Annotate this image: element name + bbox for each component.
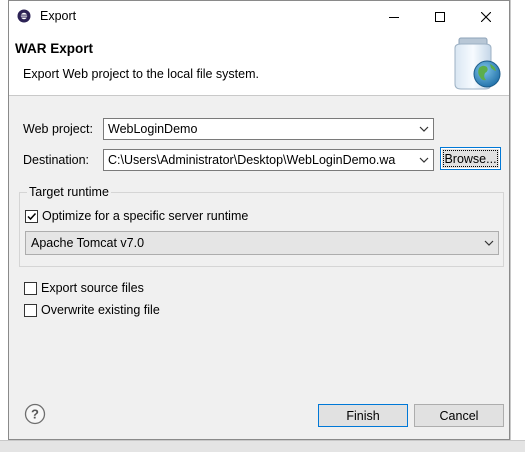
target-runtime-title: Target runtime [27, 185, 111, 199]
banner-title: WAR Export [15, 41, 94, 56]
optimize-checkbox[interactable] [25, 210, 38, 223]
optimize-label[interactable]: Optimize for a specific server runtime [42, 209, 248, 223]
minimize-icon [389, 16, 399, 18]
close-icon [481, 11, 491, 22]
destination-label: Destination: [23, 153, 90, 167]
finish-button[interactable]: Finish [318, 404, 408, 427]
wizard-banner: WAR Export Export Web project to the loc… [9, 32, 509, 96]
window-title: Export [40, 9, 77, 23]
background-editor-right [510, 0, 525, 451]
export-dialog: Export WAR Export Export Web project to … [8, 0, 510, 440]
overwrite-checkbox[interactable] [24, 304, 37, 317]
web-project-combo[interactable]: WebLoginDemo [103, 118, 434, 140]
close-button[interactable] [463, 1, 509, 32]
help-icon[interactable]: ? [24, 403, 46, 425]
web-project-label: Web project: [23, 122, 93, 136]
eclipse-icon [17, 9, 31, 23]
destination-combo[interactable]: C:\Users\Administrator\Desktop\WebLoginD… [103, 149, 434, 171]
banner-description: Export Web project to the local file sys… [23, 67, 259, 81]
maximize-icon [435, 11, 445, 22]
export-source-checkbox[interactable] [24, 282, 37, 295]
background-status-strip [0, 440, 525, 452]
jar-globe-icon [441, 34, 503, 92]
overwrite-label[interactable]: Overwrite existing file [41, 303, 160, 317]
runtime-select[interactable]: Apache Tomcat v7.0 [25, 231, 499, 255]
maximize-button[interactable] [417, 1, 463, 32]
browse-button[interactable]: Browse... [440, 147, 501, 170]
svg-text:?: ? [31, 407, 39, 422]
destination-value: C:\Users\Administrator\Desktop\WebLoginD… [108, 153, 396, 167]
runtime-value: Apache Tomcat v7.0 [31, 236, 145, 250]
target-runtime-group [19, 192, 504, 267]
web-project-value: WebLoginDemo [108, 122, 198, 136]
checkmark-icon [27, 212, 37, 221]
chevron-down-icon [419, 126, 429, 132]
chevron-down-icon [484, 240, 494, 246]
title-bar[interactable]: Export [9, 1, 509, 32]
chevron-down-icon [419, 157, 429, 163]
cancel-button[interactable]: Cancel [414, 404, 504, 427]
minimize-button[interactable] [371, 1, 417, 32]
export-source-label[interactable]: Export source files [41, 281, 144, 295]
